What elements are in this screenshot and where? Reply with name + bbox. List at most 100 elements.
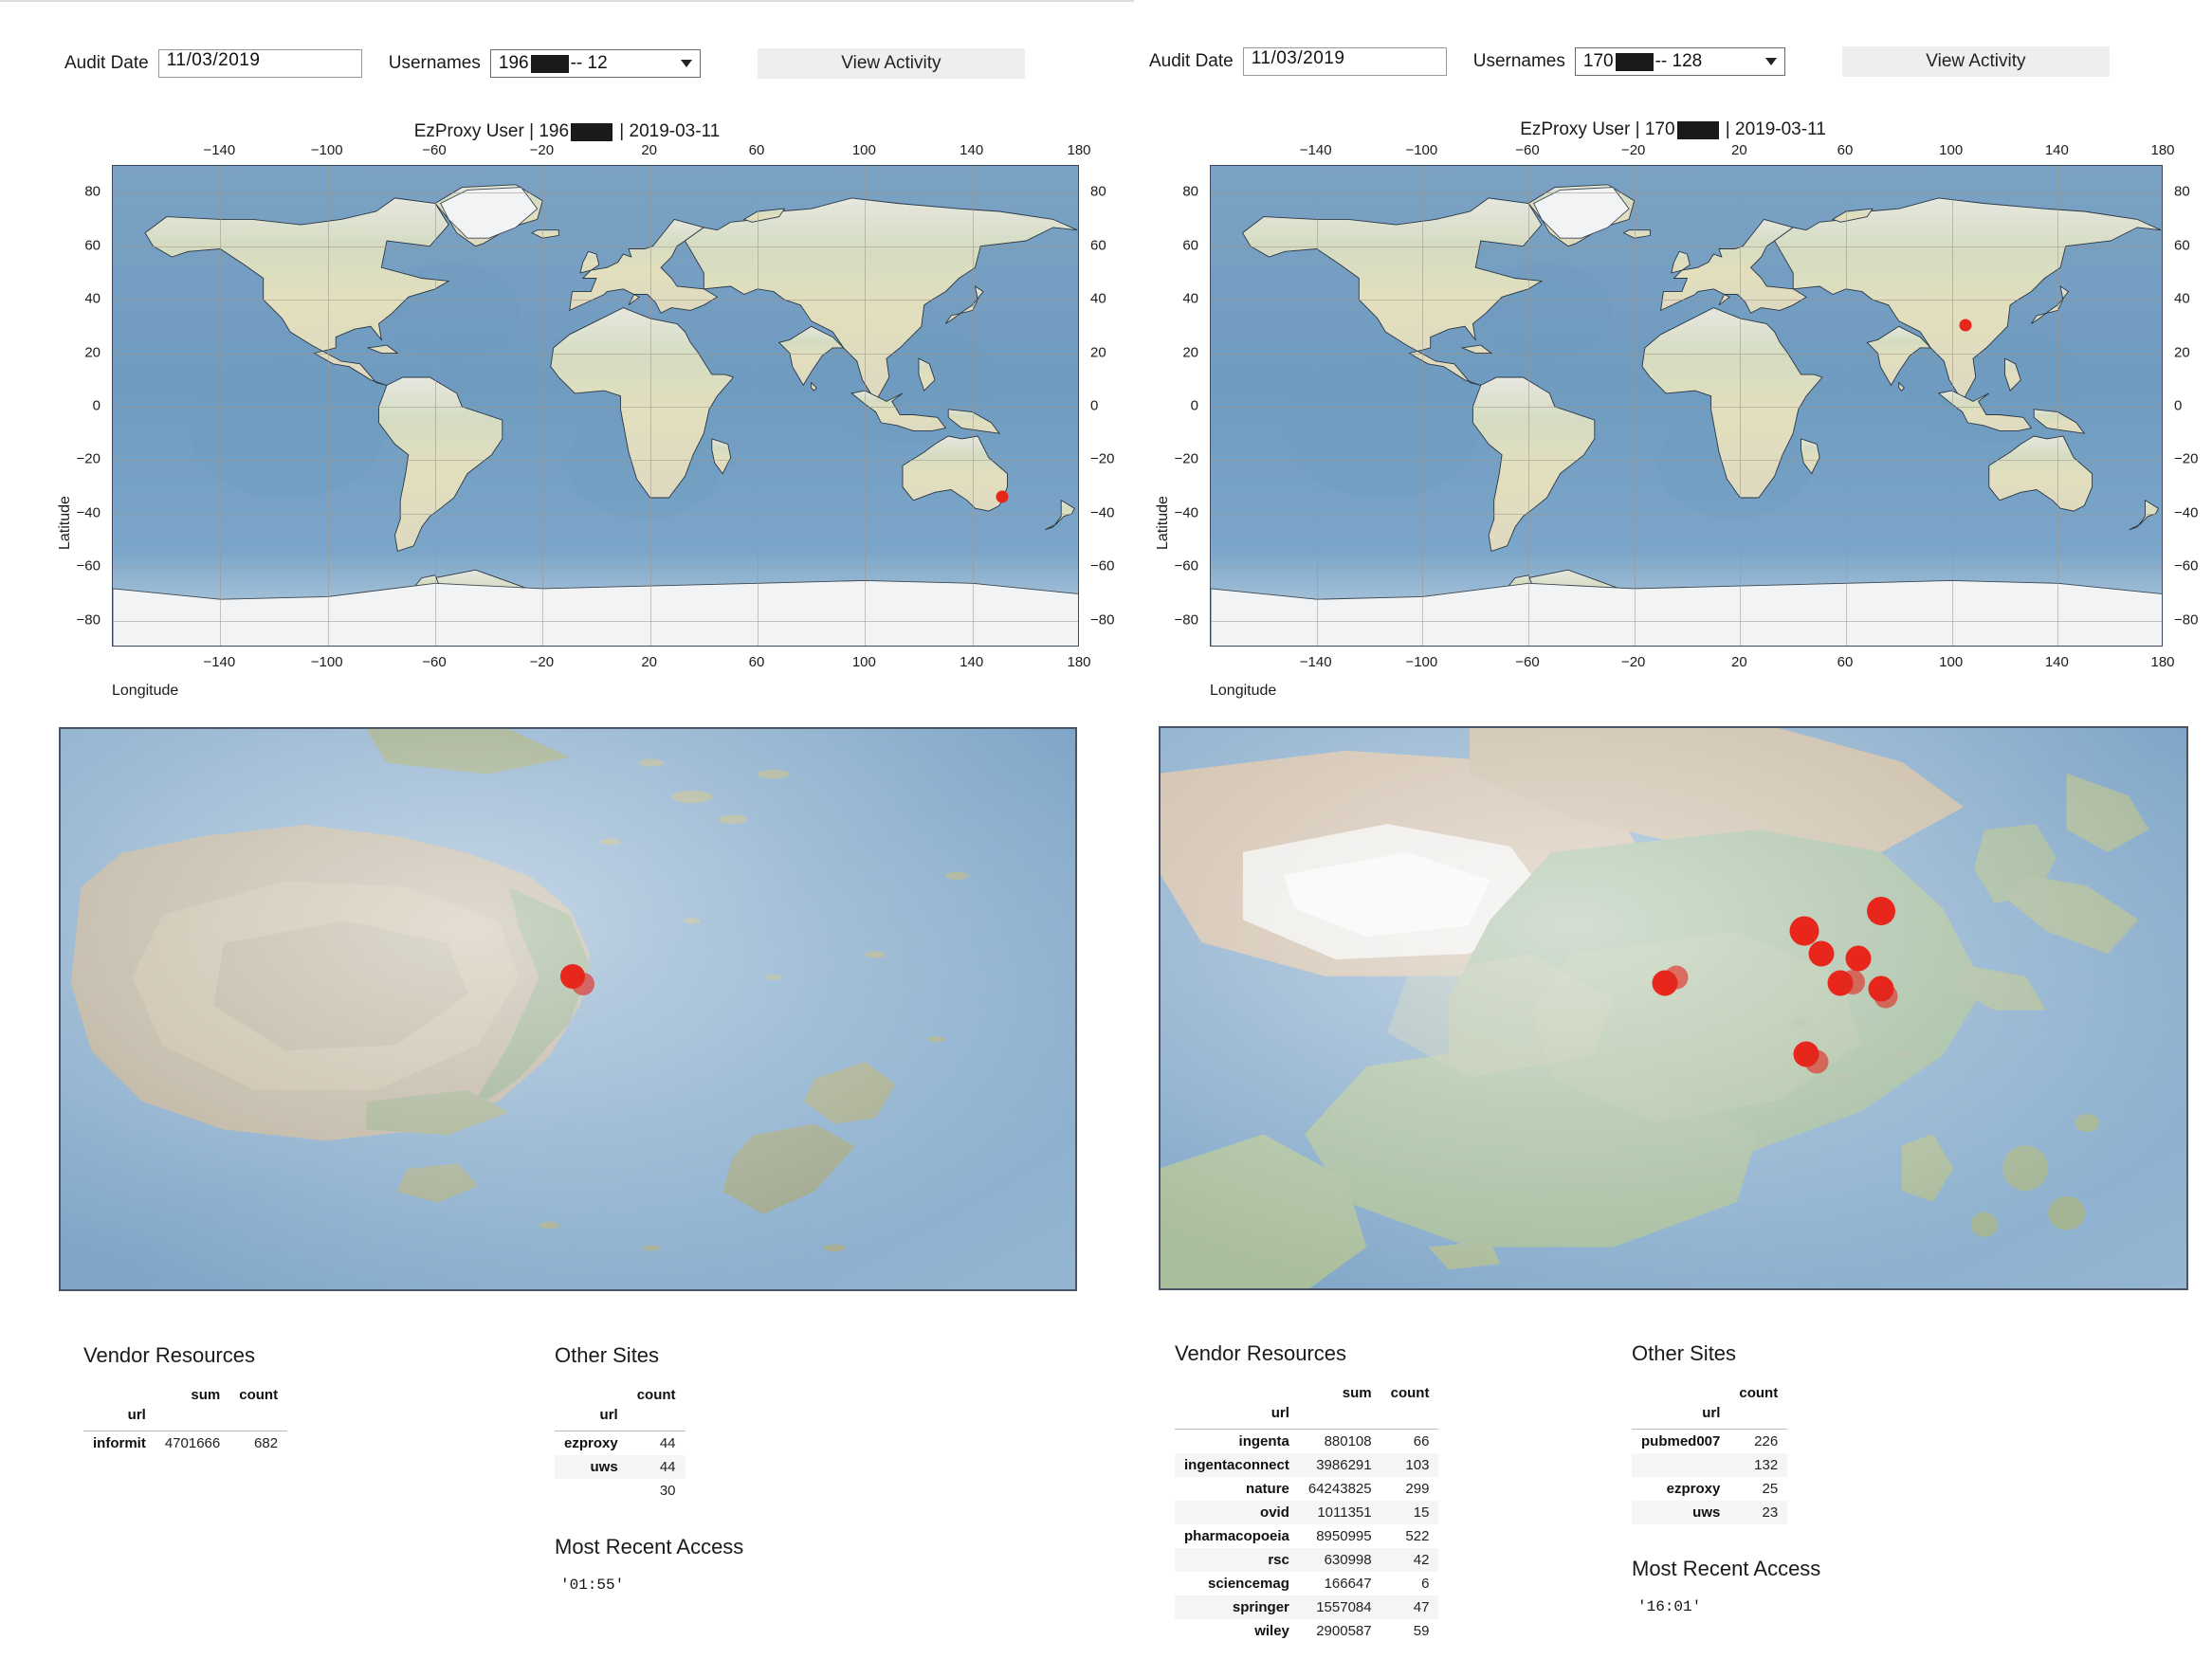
most-recent-access-value: '01:55' — [560, 1577, 625, 1594]
map-marker — [1867, 897, 1896, 926]
gridline-horizontal — [113, 246, 1078, 247]
table-row: sciencemag 166647 6 — [1175, 1572, 1438, 1595]
vendor-row-sum: 3986291 — [1316, 1457, 1372, 1473]
xtick-label-bottom: −20 — [1620, 654, 1646, 670]
plot-title-prefix: EzProxy User | 170 — [1520, 119, 1675, 139]
y-axis-title: Latitude — [1155, 496, 1171, 551]
table-row: ingenta 880108 66 — [1175, 1430, 1438, 1454]
vendor-row-count: 6 — [1421, 1576, 1430, 1592]
other-row-url: uws — [1692, 1504, 1721, 1521]
vendor-corner-cell — [83, 1383, 155, 1405]
vendor-column-header: sum — [1342, 1385, 1372, 1401]
vendor-row-count: 66 — [1413, 1433, 1430, 1449]
ytick-label-right: 0 — [1090, 397, 1099, 414]
table-row: pharmacopoeia 8950995 522 — [1175, 1524, 1438, 1548]
audit-date-input[interactable]: 11/03/2019 — [1242, 47, 1447, 76]
world-map-figure: −140 −140 −100 −100 −60 −60 −20 −20 20 20 60 60 100 1… — [57, 142, 1114, 699]
usernames-label: Usernames — [388, 53, 481, 73]
xtick-label-bottom: 180 — [2150, 654, 2175, 670]
vendor-index-pad — [1298, 1403, 1381, 1430]
map-marker — [1804, 1049, 1829, 1074]
ytick-label-left: 60 — [84, 237, 101, 254]
xtick-label-top: 20 — [1730, 142, 1747, 158]
usernames-select[interactable]: 170 -- 128 — [1574, 47, 1785, 76]
map-marker — [1664, 965, 1689, 990]
vendor-row-url: pharmacopoeia — [1184, 1528, 1289, 1544]
vendor-thead: sum count url — [83, 1383, 288, 1431]
vendor-index-name-row: url — [1175, 1403, 1439, 1430]
xtick-label-bottom: 140 — [2044, 654, 2069, 670]
table-row: springer 1557084 47 — [1175, 1595, 1439, 1619]
xtick-label-top: −60 — [1515, 142, 1540, 158]
xtick-label-top: −100 — [1405, 142, 1438, 158]
ytick-label-right: −60 — [2174, 557, 2199, 574]
other-column-header: count — [636, 1387, 676, 1403]
xtick-label-bottom: −140 — [1299, 654, 1332, 670]
vendor-tbody: informit 4701666 682 — [83, 1431, 287, 1456]
ytick-label-right: −40 — [2174, 504, 2199, 521]
vendor-row-sum: 4701666 — [164, 1435, 221, 1451]
ytick-label-right: 80 — [2174, 183, 2190, 200]
other-row-count: 23 — [1762, 1504, 1779, 1521]
other-sites-block: Other Sites count url pubmed007 226 132 ezprox… — [1632, 1341, 1820, 1615]
control-bar: Audit Date 11/03/2019 Usernames 196 -- 12 Vi… — [0, 47, 1134, 80]
ytick-label-right: 60 — [1090, 237, 1106, 254]
ytick-label-right: 20 — [2174, 344, 2190, 361]
table-row: informit 4701666 682 — [83, 1431, 287, 1456]
gridline-horizontal — [113, 353, 1078, 355]
ytick-label-left: 20 — [1182, 344, 1198, 361]
map-marker — [1874, 984, 1898, 1009]
vendor-resources-block: Vendor Resources sum count url ingenta 880108… — [1175, 1341, 1439, 1643]
xtick-label-bottom: 140 — [960, 654, 984, 670]
other-row-url: ezproxy — [564, 1435, 618, 1451]
ytick-label-right: 0 — [2174, 397, 2183, 414]
gridline-vertical — [542, 166, 544, 646]
detail-map — [1159, 726, 2188, 1290]
xtick-label-bottom: 100 — [1939, 654, 1964, 670]
other-sites-block: Other Sites count url ezproxy 44 uws 44 30 Most … — [555, 1343, 743, 1594]
gridline-horizontal — [1211, 620, 2162, 622]
usernames-select-value: 196 -- 12 — [498, 53, 608, 73]
other-corner-cell — [1632, 1381, 1729, 1403]
vendor-row-url: ingenta — [1238, 1433, 1289, 1449]
other-row-count: 44 — [659, 1435, 676, 1451]
vendor-row-url: springer — [1232, 1599, 1289, 1615]
xtick-label-top: 20 — [641, 142, 657, 158]
vendor-row-sum: 1557084 — [1316, 1599, 1372, 1615]
vendor-row-sum: 64243825 — [1307, 1481, 1372, 1497]
xtick-label-top: 100 — [851, 142, 876, 158]
ytick-label-left: 80 — [84, 183, 101, 200]
audit-date-label: Audit Date — [64, 53, 149, 73]
vendor-row-url: informit — [93, 1435, 146, 1451]
xtick-label-top: 180 — [1067, 142, 1091, 158]
map-marker — [1845, 945, 1872, 972]
plot-title-prefix: EzProxy User | 196 — [413, 121, 570, 141]
ytick-label-left: −20 — [1174, 450, 1198, 467]
gridline-horizontal — [1211, 460, 2162, 462]
table-row: uws 44 — [555, 1455, 686, 1479]
gridline-vertical — [1528, 166, 1529, 646]
audit-date-input[interactable]: 11/03/2019 — [157, 49, 362, 78]
ytick-label-left: −80 — [76, 611, 101, 629]
vendor-column-header-row: sum count — [1175, 1381, 1438, 1403]
table-row: ingentaconnect 3986291 103 — [1175, 1453, 1439, 1477]
vendor-index-pad — [1380, 1403, 1439, 1430]
other-row-count: 226 — [1754, 1433, 1779, 1449]
most-recent-access-value: '16:01' — [1637, 1598, 1702, 1615]
xtick-label-top: −60 — [422, 142, 447, 158]
usernames-select[interactable]: 196 -- 12 — [489, 49, 701, 78]
view-activity-button[interactable]: View Activity — [1841, 46, 2110, 77]
ytick-label-left: −20 — [76, 450, 101, 467]
xtick-label-bottom: 20 — [1730, 654, 1747, 670]
view-activity-button[interactable]: View Activity — [757, 48, 1025, 79]
vendor-corner-cell — [1175, 1381, 1299, 1403]
other-row-count: 30 — [659, 1483, 676, 1499]
table-row: ovid 1011351 15 — [1175, 1501, 1439, 1524]
xtick-label-top: 100 — [1939, 142, 1964, 158]
vendor-table: sum count url ingenta 880108 66 ingentaconnect… — [1175, 1381, 1439, 1643]
other-index-name: url — [1632, 1403, 1730, 1430]
redacted-username-title — [571, 122, 613, 141]
xtick-label-bottom: 60 — [1837, 654, 1854, 670]
redacted-username-title — [1676, 120, 1719, 139]
gridline-horizontal — [1211, 246, 2162, 247]
